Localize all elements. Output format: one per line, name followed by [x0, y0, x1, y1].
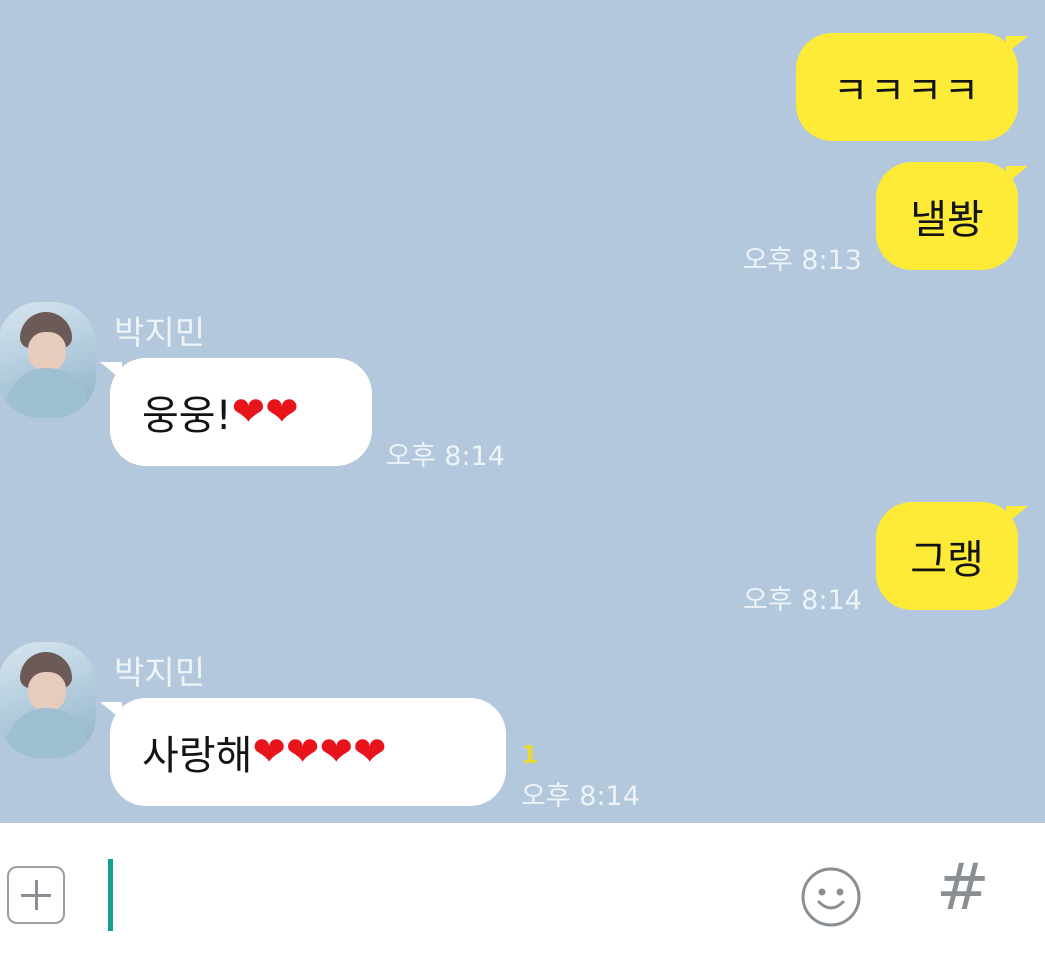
message-text: 낼봥: [910, 197, 984, 243]
bubble-tail: [1006, 36, 1028, 54]
hashtag-button[interactable]: #: [936, 856, 990, 920]
text-cursor: [108, 859, 113, 931]
message-text: 사랑해: [142, 733, 253, 779]
plus-square-icon[interactable]: [7, 866, 65, 924]
message-bubble-theirs[interactable]: 사랑해 ❤❤❤❤: [110, 698, 506, 806]
message-text: 그랭: [910, 537, 984, 583]
smiley-face-icon[interactable]: [800, 866, 862, 928]
message-text: 웅웅!: [142, 393, 232, 439]
message-input[interactable]: [120, 859, 774, 933]
message-bubble-mine[interactable]: ㅋㅋㅋㅋ: [796, 33, 1018, 141]
bubble-tail: [1006, 506, 1028, 524]
message-bubble-theirs[interactable]: 웅웅! ❤❤: [110, 358, 372, 466]
sender-avatar[interactable]: [0, 642, 96, 758]
message-time: 오후 8:13: [743, 245, 862, 276]
heart-emoji: ❤❤: [231, 389, 299, 435]
sender-name: 박지민: [114, 313, 206, 352]
message-input-bar: #: [0, 823, 1045, 967]
bubble-tail: [1006, 166, 1028, 184]
message-time: 오후 8:14: [521, 781, 640, 812]
message-time: 오후 8:14: [386, 441, 505, 472]
message-time: 오후 8:14: [743, 585, 862, 616]
sender-avatar[interactable]: [0, 302, 96, 418]
chat-area[interactable]: ㅋㅋㅋㅋ 낼봥 오후 8:13 박지민 웅웅! ❤❤ 오후 8:14 그랭 오후 …: [0, 0, 1045, 823]
message-bubble-mine[interactable]: 그랭: [876, 502, 1018, 610]
unread-count: 1: [521, 740, 539, 769]
message-bubble-mine[interactable]: 낼봥: [876, 162, 1018, 270]
heart-emoji: ❤❤❤❤: [252, 729, 387, 775]
message-text: ㅋㅋㅋㅋ: [833, 68, 981, 113]
sender-name: 박지민: [114, 653, 206, 692]
